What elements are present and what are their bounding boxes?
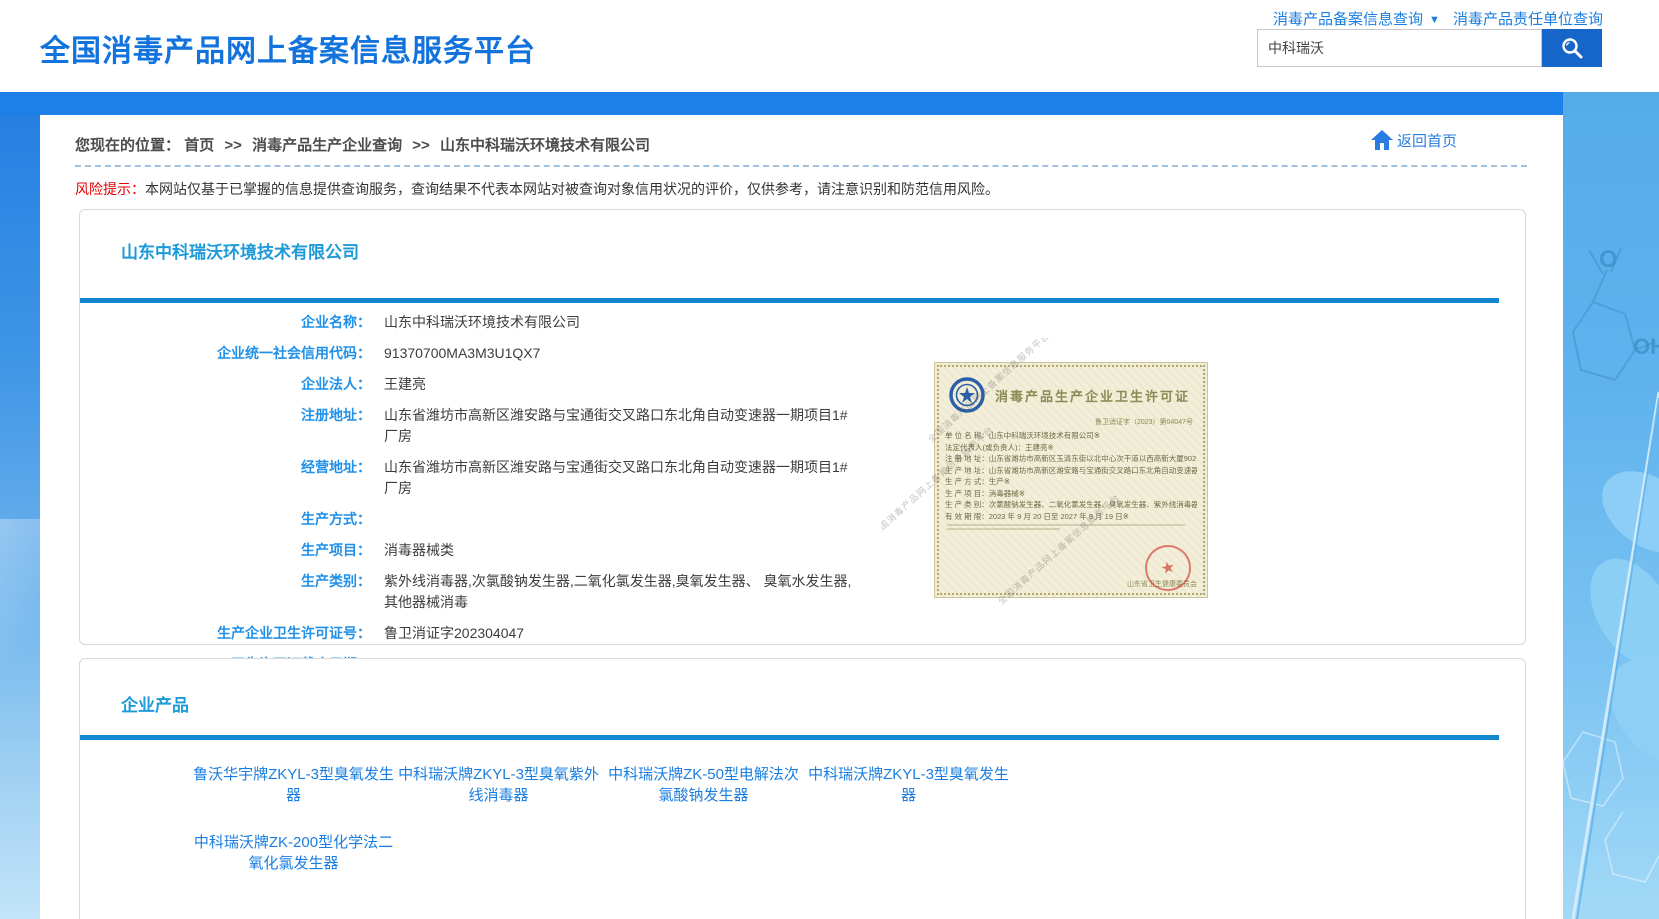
field-row-production-mode: 生产方式： <box>80 504 870 535</box>
breadcrumb-current: 山东中科瑞沃环境技术有限公司 <box>440 137 650 154</box>
product-link[interactable]: 中科瑞沃牌ZKYL-3型臭氧发生器 <box>806 764 1011 806</box>
home-icon <box>1369 128 1395 152</box>
page: O OH 全国消毒产品网上备案信息服务平台 消毒产品备案信息查询 ▼ 消毒产品责任… <box>0 0 1659 919</box>
chevron-down-icon: ▼ <box>1429 14 1440 26</box>
certificate-line: 生 产 项 目：消毒器械※ <box>945 488 1197 500</box>
company-panel: 山东中科瑞沃环境技术有限公司 企业名称：山东中科瑞沃环境技术有限公司 企业统一社… <box>79 209 1526 645</box>
site-header: 全国消毒产品网上备案信息服务平台 消毒产品备案信息查询 ▼ 消毒产品责任单位查询 <box>0 0 1659 92</box>
certificate-line: 有 效 期 限：2023 年 9 月 20 日至 2027 年 9 月 19 日… <box>945 511 1197 523</box>
background-right-strip: O OH <box>1563 92 1659 919</box>
certificate-line: 注 册 地 址：山东省潍坊市高新区玉清东街以北中心次干道以西高新大厦902号科苑 <box>945 453 1197 465</box>
back-home-label: 返回首页 <box>1397 130 1457 151</box>
certificate-line: 法定代表人(或负责人)：王建亮※ <box>945 442 1197 454</box>
site-title: 全国消毒产品网上备案信息服务平台 <box>40 26 536 70</box>
header-blue-band <box>0 92 1659 115</box>
breadcrumb-home[interactable]: 首页 <box>184 137 214 154</box>
panel-title-underline <box>80 298 1499 303</box>
field-row-credit-code: 企业统一社会信用代码：91370700MA3M3U1QX7 <box>80 338 870 369</box>
license-certificate-image: 消毒产品生产企业卫生许可证 鲁卫消证字（2023）第04047号 单 位 名 称… <box>881 338 1211 606</box>
certificate-header: 消毒产品生产企业卫生许可证 <box>945 377 1197 413</box>
field-row-registered-address: 注册地址：山东省潍坊市高新区潍安路与宝通街交叉路口东北角自动变速器一期项目1#厂… <box>80 400 870 452</box>
svg-text:OH: OH <box>1633 334 1659 359</box>
certificate-line: 生 产 类 别：次氯酸钠发生器、二氧化氯发生器、臭氧发生器、紫外线消毒器 <box>945 499 1197 511</box>
certificate-body: 消毒产品生产企业卫生许可证 鲁卫消证字（2023）第04047号 单 位 名 称… <box>934 362 1208 598</box>
search-icon <box>1560 36 1584 60</box>
dashed-divider <box>75 165 1527 167</box>
company-fields: 企业名称：山东中科瑞沃环境技术有限公司 企业统一社会信用代码：91370700M… <box>80 307 870 680</box>
back-home-link[interactable]: 返回首页 <box>1369 128 1457 152</box>
top-nav: 消毒产品备案信息查询 ▼ 消毒产品责任单位查询 <box>1273 8 1603 29</box>
certificate-line: 生 产 地 址：山东省潍坊市高新区潍安路与宝通街交叉路口东北角自动变速器一期 <box>945 465 1197 477</box>
breadcrumb-separator: >> <box>224 137 242 154</box>
breadcrumb-prefix: 您现在的位置： <box>75 137 180 154</box>
company-panel-title: 山东中科瑞沃环境技术有限公司 <box>121 238 359 263</box>
panel-title-underline <box>80 735 1499 740</box>
breadcrumb-enterprise-query[interactable]: 消毒产品生产企业查询 <box>252 137 402 154</box>
product-link[interactable]: 中科瑞沃牌ZK-200型化学法二氧化氯发生器 <box>191 832 396 874</box>
product-link[interactable]: 中科瑞沃牌ZKYL-3型臭氧紫外线消毒器 <box>396 764 601 806</box>
search-button[interactable] <box>1542 29 1602 67</box>
certificate-line: 单 位 名 称：山东中科瑞沃环境技术有限公司※ <box>945 430 1197 442</box>
certificate-line: 生 产 方 式：生产※ <box>945 476 1197 488</box>
product-link[interactable]: 鲁沃华宇牌ZKYL-3型臭氧发生器 <box>191 764 396 806</box>
field-row-business-address: 经营地址：山东省潍坊市高新区潍安路与宝通街交叉路口东北角自动变速器一期项目1#厂… <box>80 452 870 504</box>
svg-text:O: O <box>1599 246 1618 273</box>
search-input[interactable] <box>1257 29 1542 67</box>
product-link[interactable]: 中科瑞沃牌ZK-50型电解法次氯酸钠发生器 <box>601 764 806 806</box>
field-row-license-number: 生产企业卫生许可证号：鲁卫消证字202304047 <box>80 618 870 649</box>
certificate-emblem-icon <box>949 377 985 413</box>
chemistry-art: O OH <box>1563 92 1659 919</box>
certificate-lines: 单 位 名 称：山东中科瑞沃环境技术有限公司※ 法定代表人(或负责人)：王建亮※… <box>945 430 1197 522</box>
field-row-production-project: 生产项目：消毒器械类 <box>80 535 870 566</box>
products-panel: 企业产品 鲁沃华宇牌ZKYL-3型臭氧发生器 中科瑞沃牌ZKYL-3型臭氧紫外线… <box>79 658 1526 919</box>
risk-label: 风险提示： <box>75 181 145 197</box>
nav-link-record-info-query[interactable]: 消毒产品备案信息查询 ▼ <box>1273 8 1440 29</box>
search-bar <box>1257 29 1602 67</box>
certificate-title: 消毒产品生产企业卫生许可证 <box>995 386 1190 405</box>
field-row-company-name: 企业名称：山东中科瑞沃环境技术有限公司 <box>80 307 870 338</box>
product-grid: 鲁沃华宇牌ZKYL-3型臭氧发生器 中科瑞沃牌ZKYL-3型臭氧紫外线消毒器 中… <box>191 764 1031 900</box>
breadcrumb-separator: >> <box>412 137 430 154</box>
certificate-fine-print <box>945 524 1197 530</box>
field-row-legal-person: 企业法人：王建亮 <box>80 369 870 400</box>
field-row-production-category: 生产类别：紫外线消毒器,次氯酸钠发生器,二氧化氯发生器,臭氧发生器、 臭氧水发生… <box>80 566 870 618</box>
content-area: 您现在的位置： 首页 >> 消毒产品生产企业查询 >> 山东中科瑞沃环境技术有限… <box>40 115 1563 919</box>
products-panel-title: 企业产品 <box>121 691 189 716</box>
risk-text: 本网站仅基于已掌握的信息提供查询服务，查询结果不代表本网站对被查询对象信用状况的… <box>145 181 999 197</box>
breadcrumb: 您现在的位置： 首页 >> 消毒产品生产企业查询 >> 山东中科瑞沃环境技术有限… <box>75 134 650 155</box>
nav-link-responsible-unit-query[interactable]: 消毒产品责任单位查询 <box>1453 8 1603 29</box>
risk-notice: 风险提示：本网站仅基于已掌握的信息提供查询服务，查询结果不代表本网站对被查询对象… <box>75 179 999 199</box>
background-left-strip <box>0 115 40 919</box>
certificate-number: 鲁卫消证字（2023）第04047号 <box>945 417 1197 427</box>
nav-link-label: 消毒产品备案信息查询 <box>1273 11 1423 28</box>
